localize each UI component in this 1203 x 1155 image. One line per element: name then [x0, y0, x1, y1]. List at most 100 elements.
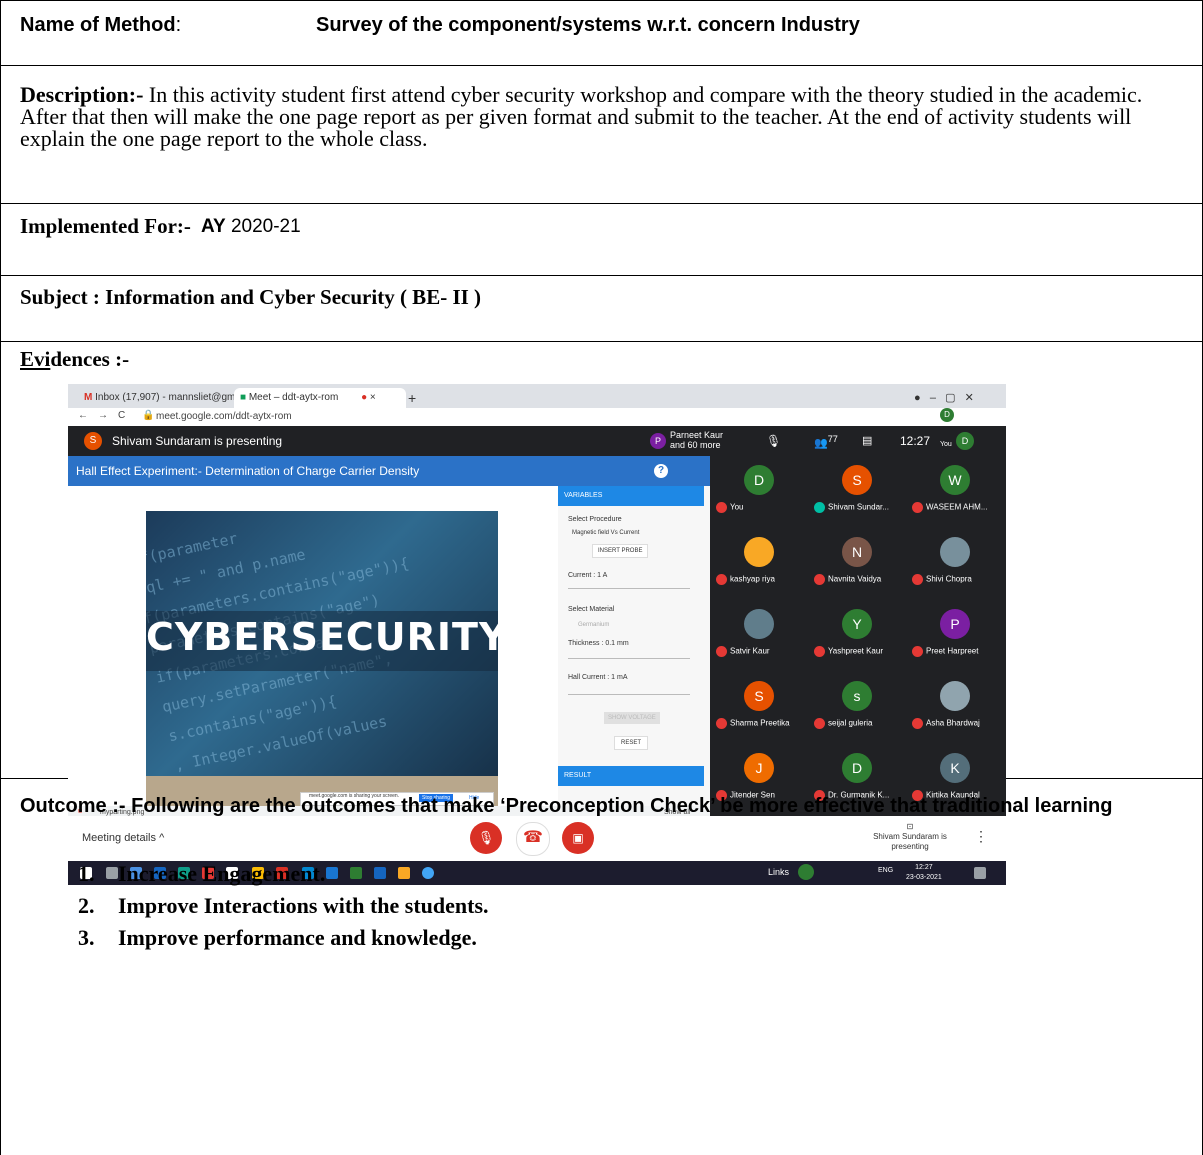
presenting-text: Shivam Sundaram is presenting	[112, 434, 283, 448]
participant-tile: S Sharma Preetika	[710, 676, 808, 748]
evidences-label: Evidences :-	[20, 347, 129, 372]
evidences-label-underlined: Evi	[20, 347, 51, 371]
participant-tile: N Navnita Vaidya	[808, 532, 906, 604]
muted-icon	[716, 502, 727, 513]
participant-tile: Asha Bhardwaj	[906, 676, 1004, 748]
participant-tile: s seijal guleria	[808, 676, 906, 748]
list-item: 3. Improve performance and knowledge.	[78, 925, 477, 950]
nav-forward-icon[interactable]: →	[98, 410, 108, 421]
participant-tile: Y Yashpreet Kaur	[808, 604, 906, 676]
participant-tile: S Shivam Sundar...	[808, 460, 906, 532]
variables-header[interactable]: VARIABLES	[558, 486, 704, 506]
hang-up-button[interactable]: ☎	[516, 822, 550, 856]
implemented-label: Implemented For:-	[20, 214, 191, 238]
tab-inbox[interactable]: M Inbox (17,907) - mannsliet@gma ×	[78, 388, 240, 408]
slide-title: Hall Effect Experiment:- Determination o…	[76, 464, 420, 478]
hall-current-label: Hall Current : 1 mA	[568, 674, 628, 681]
evidences-label-rest: dences :-	[50, 347, 130, 371]
mic-off-icon[interactable]: 🎙	[766, 434, 781, 448]
nav-back-icon[interactable]: ←	[78, 410, 88, 421]
activity-icon[interactable]	[798, 864, 814, 880]
method-row: Name of Method: Survey of the component/…	[20, 14, 860, 37]
participant-tile: D You	[710, 460, 808, 532]
new-tab-icon[interactable]: +	[402, 388, 422, 408]
current-slider[interactable]	[568, 588, 690, 589]
meeting-details-button[interactable]: Meeting details ^	[82, 832, 164, 844]
present-icon: ⊡	[906, 822, 914, 831]
participant-tile: Satvir Kaur	[710, 604, 808, 676]
description: Description:- In this activity student f…	[20, 84, 1170, 150]
muted-icon	[912, 646, 923, 657]
list-item: 1. Increase Engagement.	[78, 861, 326, 886]
help-icon[interactable]: ?	[654, 464, 668, 478]
participant-grid: D You S Shivam Sundar... W WASEEM AHM...…	[710, 456, 1006, 816]
row-divider	[0, 65, 1203, 66]
participant-avatar: P	[650, 433, 666, 449]
muted-icon	[912, 502, 923, 513]
participants-label: Parneet Kaur and 60 more	[670, 430, 724, 450]
thickness-slider[interactable]	[568, 658, 690, 659]
implemented-value: AY 2020-21	[201, 216, 301, 238]
muted-icon	[912, 574, 923, 585]
tab-meet-label: Meet – ddt-aytx-rom	[248, 392, 339, 403]
participant-tile: P Preet Harpreet	[906, 604, 1004, 676]
meet-top-controls: P Parneet Kaur and 60 more 🎙 👥77 ▤ 12:27…	[646, 426, 1006, 456]
people-icon[interactable]: 👥77	[814, 434, 838, 450]
variables-panel: VARIABLES Select Procedure Magnetic fiel…	[558, 486, 710, 806]
chevron-up-icon: ^	[159, 832, 165, 844]
presenting-indicator[interactable]: ⊡ Shivam Sundaram is presenting	[868, 822, 952, 852]
links-label[interactable]: Links	[768, 867, 789, 877]
gmail-icon: M	[84, 392, 93, 403]
url-text[interactable]: meet.google.com/ddt-aytx-rom	[156, 411, 292, 422]
method-value: Survey of the component/systems w.r.t. c…	[316, 14, 860, 36]
reset-button[interactable]: RESET	[614, 736, 649, 750]
muted-icon	[814, 646, 825, 657]
participant-tile: W WASEEM AHM...	[906, 460, 1004, 532]
insert-probe-button[interactable]: INSERT PROBE	[592, 544, 649, 558]
reload-icon[interactable]: C	[118, 410, 125, 421]
address-bar: ← → C 🔒 meet.google.com/ddt-aytx-rom D	[68, 408, 1006, 426]
taskbar-clock[interactable]: 12:27 23-03-2021	[906, 863, 942, 883]
material-select[interactable]: Germanium	[578, 622, 609, 628]
muted-icon	[912, 718, 923, 729]
camera-off-button[interactable]: ▣	[562, 822, 594, 854]
meet-icon: ■	[240, 392, 247, 403]
profile-avatar[interactable]: D	[940, 408, 954, 422]
subject: Subject : Information and Cyber Security…	[20, 285, 482, 309]
result-header[interactable]: RESULT	[558, 766, 704, 786]
thickness-label: Thickness : 0.1 mm	[568, 640, 629, 647]
row-divider	[0, 203, 1203, 204]
description-text: In this activity student first attend cy…	[20, 82, 1143, 151]
row-divider	[0, 0, 1203, 1]
meet-bottom-bar: Meeting details ^ 🎙 ☎ ▣ ⊡ Shivam Sundaram…	[68, 816, 1006, 861]
procedure-select[interactable]: Magnetic field Vs Current	[572, 530, 639, 536]
muted-icon	[716, 718, 727, 729]
presenter-avatar: S	[84, 432, 102, 450]
document: Name of Method: Survey of the component/…	[0, 0, 1203, 1155]
language-label[interactable]: ENG	[878, 867, 893, 874]
more-options-icon[interactable]: ⋮	[974, 828, 988, 845]
lock-icon: 🔒	[142, 410, 155, 421]
ay-label: AY	[201, 216, 226, 237]
you-label: You	[940, 441, 952, 448]
current-label: Current : 1 A	[568, 572, 608, 579]
hall-current-slider[interactable]	[568, 694, 690, 695]
close-icon[interactable]: ×	[370, 392, 376, 403]
select-procedure-label: Select Procedure	[568, 516, 622, 523]
window-controls[interactable]: ● – ▢ ✕	[908, 388, 980, 408]
chat-icon[interactable]: ▤	[862, 434, 872, 447]
method-label: Name of Method	[20, 14, 176, 36]
table-border-left	[0, 0, 1, 1155]
row-divider	[0, 341, 1203, 342]
presenting-bar: S Shivam Sundaram is presenting	[68, 426, 710, 456]
row-divider	[0, 275, 1203, 276]
notification-icon[interactable]	[974, 867, 986, 879]
tab-meet[interactable]: ■ Meet – ddt-aytx-rom ● ×	[234, 388, 406, 408]
self-avatar: D	[956, 432, 974, 450]
show-voltage-button[interactable]: SHOW VOLTAGE	[604, 712, 660, 724]
slide-area: if(parameter hql += " and p.name f(param…	[68, 486, 558, 806]
speaking-icon	[814, 502, 825, 513]
browser-tab-bar: M Inbox (17,907) - mannsliet@gma × ■ Mee…	[68, 384, 1006, 408]
mic-off-button[interactable]: 🎙	[470, 822, 502, 854]
outcome-text: Outcome :- Following are the outcomes th…	[20, 795, 1113, 817]
